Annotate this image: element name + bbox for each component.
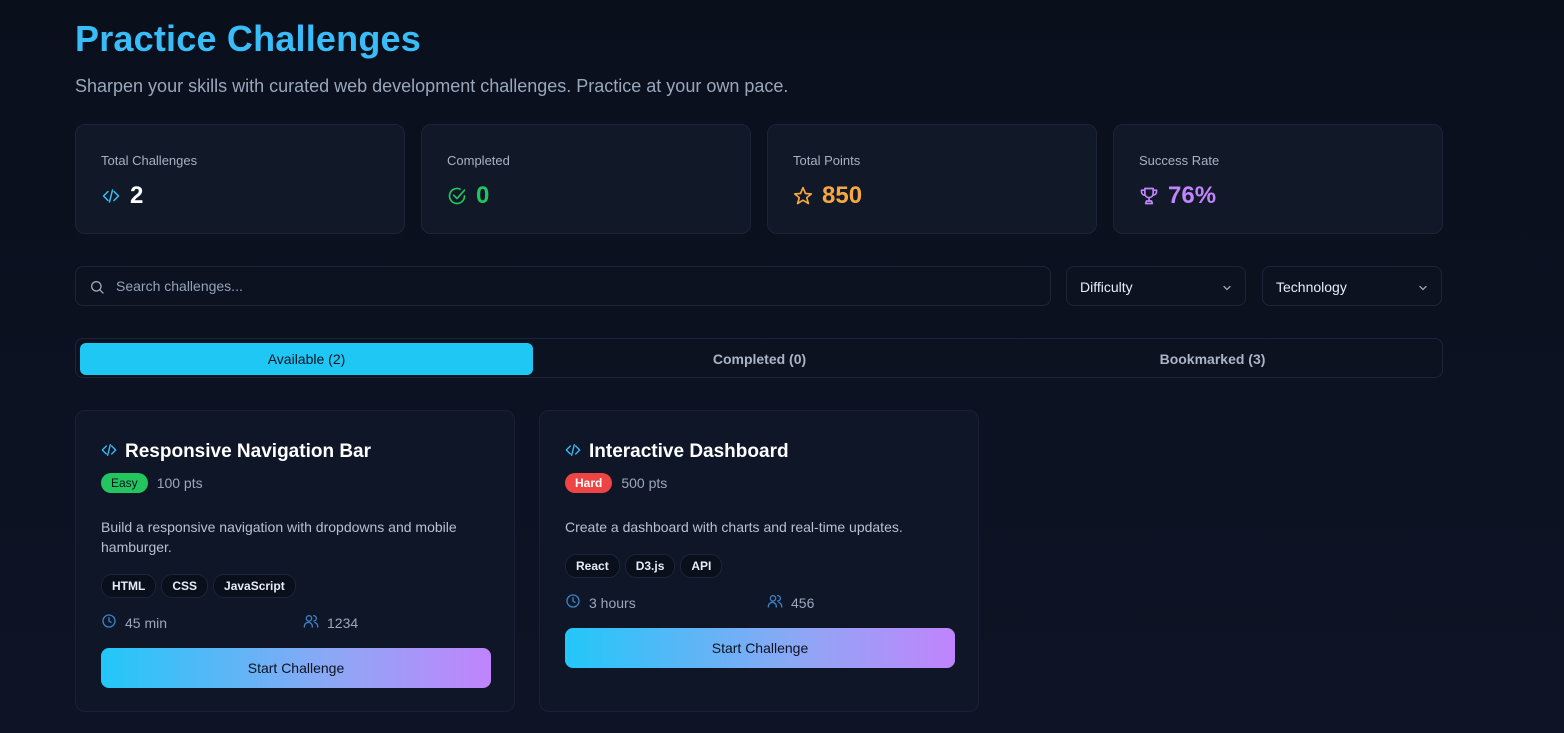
start-challenge-button[interactable]: Start Challenge: [101, 648, 491, 688]
challenge-tabs: Available (2) Completed (0) Bookmarked (…: [75, 338, 1443, 378]
star-icon: [793, 186, 813, 206]
stat-label: Completed: [447, 153, 510, 168]
duration-info: 45 min: [101, 613, 167, 632]
tech-tag: HTML: [101, 574, 157, 598]
stat-card-total-points: Total Points 850: [767, 124, 1097, 234]
challenge-title: Responsive Navigation Bar: [125, 441, 372, 462]
chevron-down-icon: [1221, 281, 1233, 293]
points-label: 100 pts: [156, 475, 203, 491]
users-icon: [767, 593, 783, 612]
challenge-title: Interactive Dashboard: [589, 441, 789, 462]
check-circle-icon: [447, 186, 467, 206]
chevron-down-icon: [1417, 281, 1429, 293]
difficulty-badge: Easy: [101, 473, 148, 493]
stats-row: Total Challenges 2 Completed 0 Total Poi…: [75, 124, 1443, 234]
tech-tag: JavaScript: [213, 574, 296, 598]
code-icon: [101, 186, 121, 206]
tech-tag: CSS: [161, 574, 209, 598]
participants-info: 456: [767, 593, 814, 612]
stat-value: 0: [476, 182, 490, 209]
clock-icon: [101, 613, 117, 632]
tech-tag: React: [565, 554, 620, 578]
tech-tag: D3.js: [624, 554, 676, 578]
duration-label: 3 hours: [589, 594, 636, 611]
tag-list: HTML CSS JavaScript: [101, 574, 296, 598]
search-icon: [89, 279, 105, 295]
challenge-description: Create a dashboard with charts and real-…: [565, 519, 903, 535]
participants-count: 1234: [327, 614, 359, 631]
stat-label: Success Rate: [1139, 153, 1220, 168]
stat-label: Total Points: [793, 153, 861, 168]
stat-card-total-challenges: Total Challenges 2: [75, 124, 405, 234]
search-input[interactable]: [116, 267, 1036, 305]
code-icon: [565, 442, 581, 463]
tab-bookmarked[interactable]: Bookmarked (3): [986, 343, 1439, 375]
participants-info: 1234: [303, 613, 358, 632]
challenge-description: Build a responsive navigation with dropd…: [101, 519, 457, 555]
technology-select-label: Technology: [1276, 279, 1347, 295]
users-icon: [303, 613, 319, 632]
stat-value: 2: [130, 182, 144, 209]
tag-list: React D3.js API: [565, 554, 723, 578]
difficulty-badge: Hard: [565, 473, 613, 493]
participants-count: 456: [791, 594, 815, 611]
trophy-icon: [1139, 186, 1159, 206]
difficulty-select[interactable]: Difficulty: [1066, 266, 1246, 306]
points-label: 500 pts: [621, 475, 668, 491]
stat-card-success-rate: Success Rate 76%: [1113, 124, 1443, 234]
duration-label: 45 min: [125, 614, 168, 631]
clock-icon: [565, 593, 581, 612]
page-title: Practice Challenges: [75, 18, 421, 59]
challenge-card: Interactive Dashboard Hard 500 pts Creat…: [539, 410, 979, 712]
code-icon: [101, 442, 117, 463]
stat-card-completed: Completed 0: [421, 124, 751, 234]
tech-tag: API: [680, 554, 723, 578]
stat-label: Total Challenges: [101, 153, 198, 168]
tab-completed[interactable]: Completed (0): [533, 343, 986, 375]
start-challenge-button[interactable]: Start Challenge: [565, 628, 955, 668]
page-subtitle: Sharpen your skills with curated web dev…: [75, 76, 789, 96]
search-box: [75, 266, 1051, 306]
difficulty-select-label: Difficulty: [1080, 279, 1133, 295]
stat-value: 850: [822, 182, 863, 209]
challenge-card: Responsive Navigation Bar Easy 100 pts B…: [75, 410, 515, 712]
duration-info: 3 hours: [565, 593, 636, 612]
tab-available[interactable]: Available (2): [80, 343, 533, 375]
technology-select[interactable]: Technology: [1262, 266, 1442, 306]
stat-value: 76%: [1168, 182, 1217, 209]
